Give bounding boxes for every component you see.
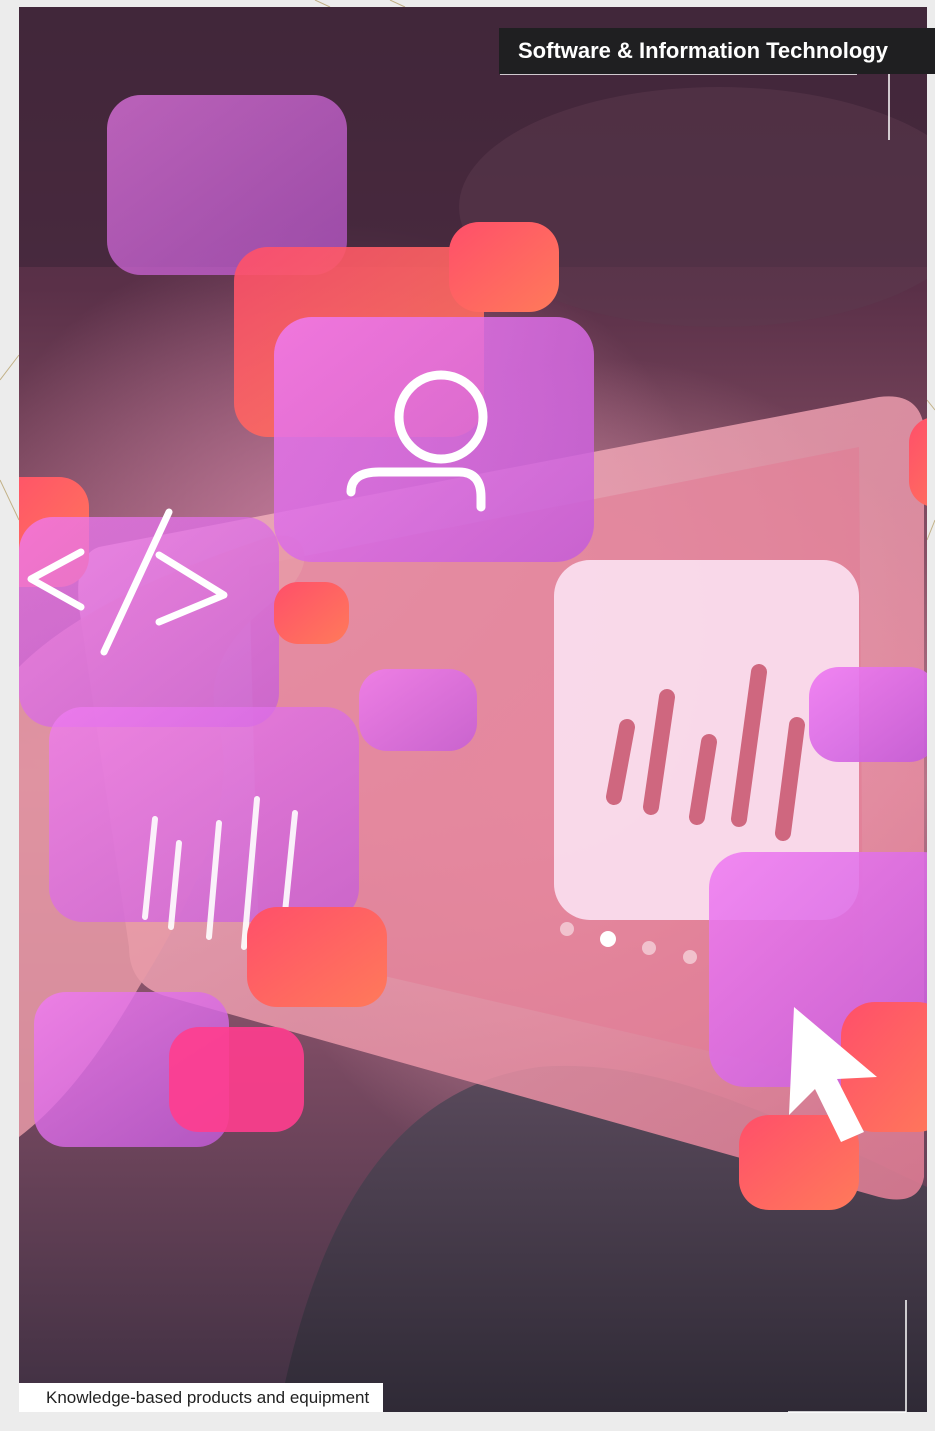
- page: Software & Information Technology Knowle…: [0, 0, 935, 1431]
- category-label: Software & Information Technology: [499, 28, 935, 74]
- image-caption: Knowledge-based products and equipment: [19, 1383, 384, 1412]
- frame-corner-lines: [500, 73, 907, 1413]
